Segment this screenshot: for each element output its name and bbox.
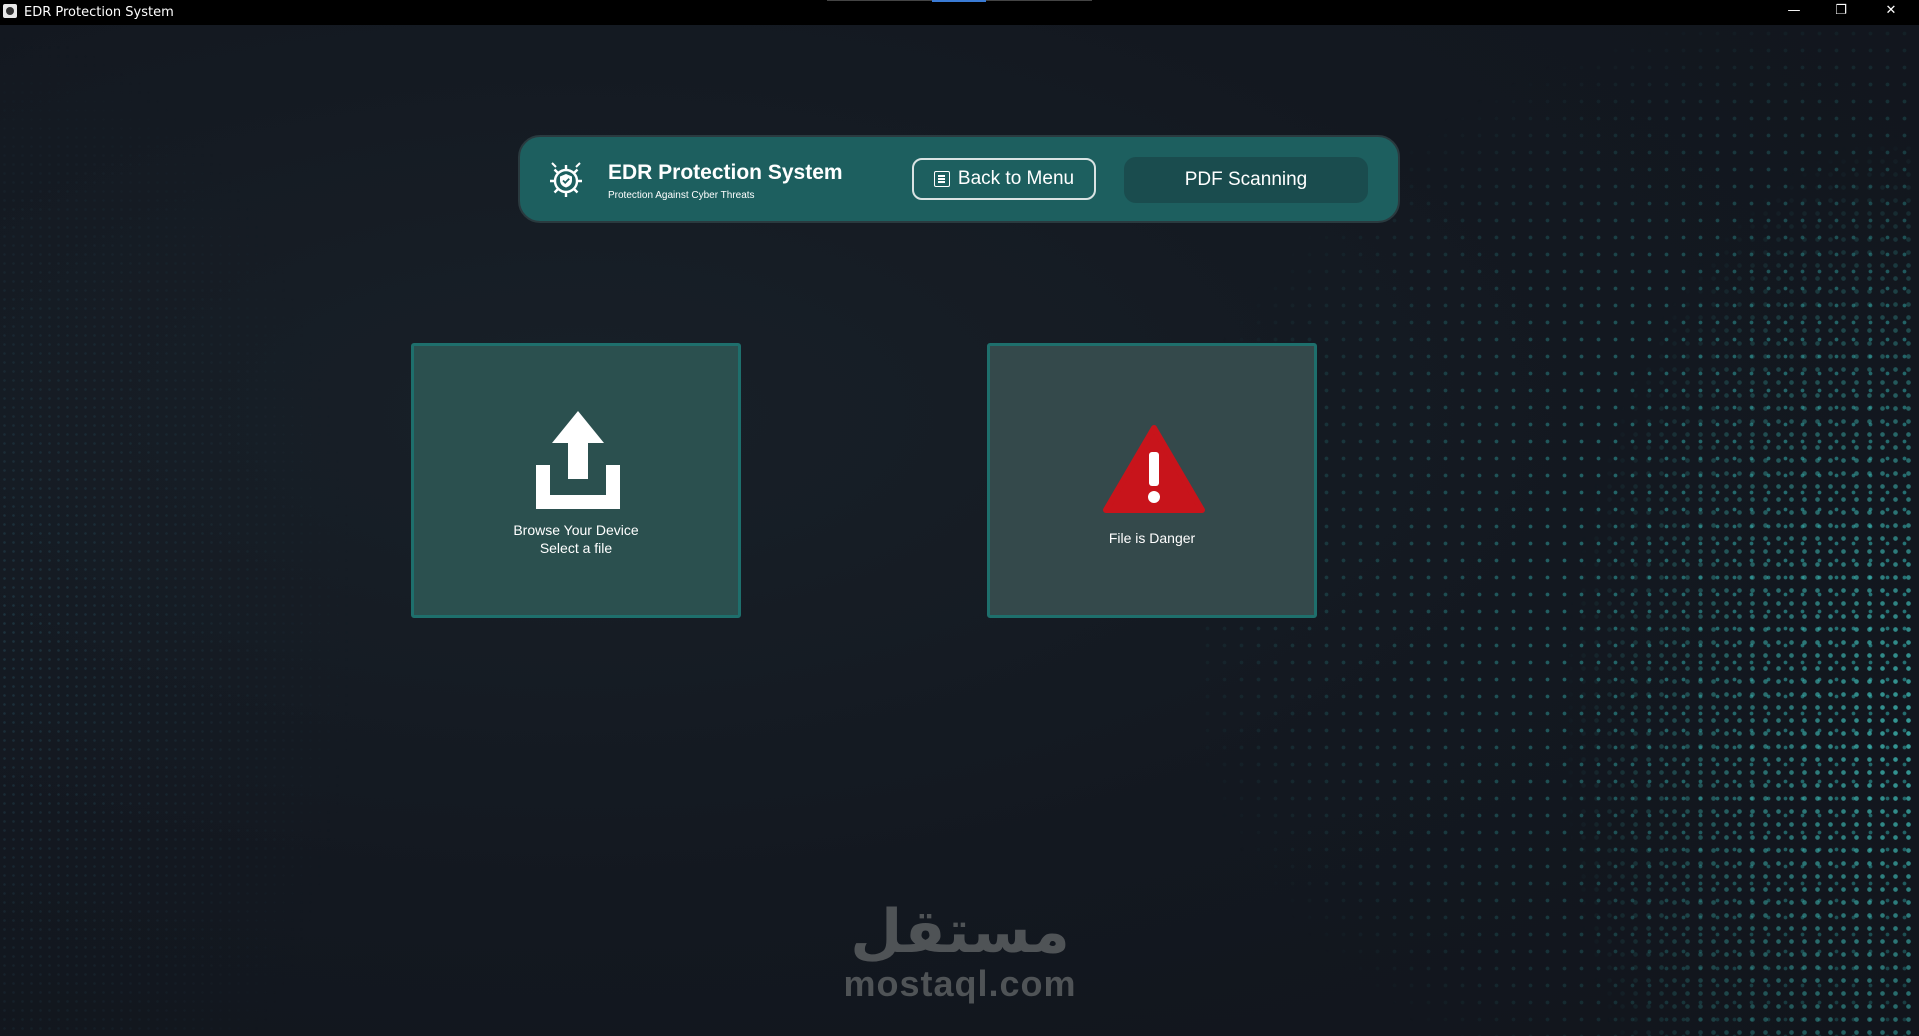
- restore-button[interactable]: ❐: [1818, 0, 1864, 25]
- pdf-scanning-button[interactable]: PDF Scanning: [1124, 157, 1368, 203]
- upload-icon: [536, 411, 620, 509]
- watermark-logo: مستقل mostaql.com: [800, 900, 1120, 1020]
- scan-result-card: File is Danger: [987, 343, 1317, 618]
- warning-icon: [1103, 425, 1205, 513]
- header-subtitle: Protection Against Cyber Threats: [608, 190, 755, 201]
- title-bar: EDR Protection System — ❐ ✕: [0, 0, 1919, 25]
- scan-status-text: File is Danger: [1108, 530, 1196, 546]
- back-list-icon: [933, 171, 950, 187]
- browse-title: Browse Your Device: [513, 522, 639, 538]
- taskbar-accent: [932, 0, 986, 2]
- app-header: EDR Protection System Protection Against…: [518, 135, 1400, 223]
- watermark-latin: mostaql.com: [843, 963, 1077, 1004]
- app-window: EDR Protection System — ❐ ✕ EDR Protecti…: [0, 0, 1919, 1036]
- window-title: EDR Protection System: [24, 5, 174, 20]
- shield-gear-icon: [550, 162, 582, 197]
- minimize-button[interactable]: —: [1771, 0, 1817, 25]
- browse-subtitle: Select a file: [539, 540, 613, 556]
- background-dots-right-dense: [1499, 25, 1919, 1036]
- back-to-menu-button[interactable]: Back to Menu: [912, 158, 1096, 200]
- browse-file-card[interactable]: Browse Your Device Select a file: [411, 343, 741, 618]
- back-to-menu-label: Back to Menu: [957, 168, 1075, 189]
- app-icon: [3, 4, 17, 18]
- close-button[interactable]: ✕: [1868, 0, 1914, 25]
- background-dots-left: [0, 25, 360, 1036]
- header-title: EDR Protection System: [608, 161, 843, 184]
- watermark-arabic: مستقل: [850, 897, 1070, 967]
- pdf-scanning-label: PDF Scanning: [1184, 169, 1308, 190]
